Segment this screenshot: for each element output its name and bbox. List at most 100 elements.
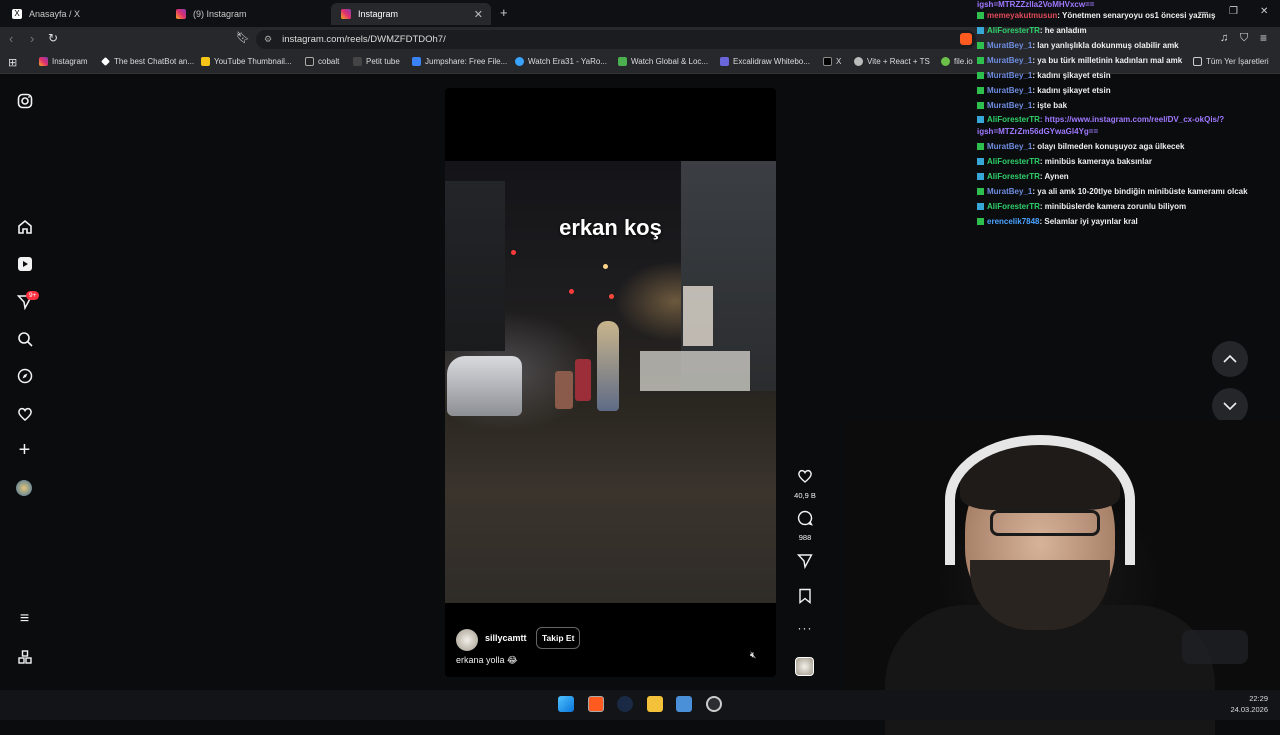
address-bar[interactable]: ⚙ instagram.com/reels/DWMZFDTDOh7/ bbox=[256, 30, 976, 49]
home-icon[interactable] bbox=[16, 218, 33, 235]
threads-apps-icon[interactable] bbox=[16, 648, 33, 665]
instagram-icon bbox=[39, 57, 48, 66]
notification-badge: 9+ bbox=[26, 291, 40, 300]
restore-icon[interactable]: ❐ bbox=[1229, 6, 1238, 17]
chat-text: : kadını şikayet etsin bbox=[1032, 86, 1111, 95]
reels-icon[interactable] bbox=[16, 255, 33, 272]
save-button[interactable] bbox=[794, 588, 816, 609]
share-button[interactable] bbox=[794, 553, 816, 574]
tab-x[interactable]: X Anasayfa / X bbox=[2, 3, 164, 25]
globe-icon bbox=[854, 57, 863, 66]
reload-icon[interactable]: ↻ bbox=[48, 31, 58, 45]
create-icon[interactable]: + bbox=[16, 439, 33, 461]
photos-icon[interactable] bbox=[676, 696, 692, 712]
tab-label: (9) Instagram bbox=[193, 9, 247, 19]
chat-text: : lan yanlışlıkla dokunmuş olabilir amk bbox=[1032, 41, 1179, 50]
instagram-icon bbox=[341, 9, 351, 19]
close-tab-icon[interactable]: ✕ bbox=[474, 8, 483, 21]
bookmark-item[interactable]: Vite + React + TS bbox=[854, 57, 930, 66]
new-tab-icon[interactable]: + bbox=[500, 5, 508, 20]
chatbot-icon bbox=[101, 57, 110, 66]
chat-message: memeyakutmusun: Yönetmen senaryoyu os1 ö… bbox=[977, 11, 1215, 20]
brave-browser-icon[interactable] bbox=[588, 696, 604, 712]
chevron-up-icon bbox=[1223, 354, 1237, 363]
chat-message: MuratBey_1: olayı bilmeden konuşuyoz aga… bbox=[977, 142, 1184, 151]
like-button[interactable]: 40,9 B bbox=[794, 468, 816, 500]
bookmark-item[interactable]: file.io bbox=[941, 57, 973, 66]
bookmark-item[interactable]: Watch Global & Loc... bbox=[618, 57, 708, 66]
search-icon[interactable] bbox=[16, 330, 33, 347]
reel-video[interactable]: erkan koş bbox=[445, 161, 776, 603]
mute-icon[interactable]: 🔇︎ bbox=[750, 650, 756, 661]
bookmark-item[interactable]: The best ChatBot an... bbox=[101, 57, 194, 66]
chat-badge-icon bbox=[977, 173, 984, 180]
globe-icon bbox=[515, 57, 524, 66]
author-username[interactable]: sillycamtt bbox=[485, 633, 527, 643]
comment-button[interactable]: 988 bbox=[794, 510, 816, 542]
bookmark-item[interactable]: YouTube Thumbnail... bbox=[201, 57, 292, 66]
follow-button[interactable]: Takip Et bbox=[536, 627, 581, 649]
chat-username: MuratBey_1 bbox=[987, 142, 1033, 151]
tab-label: Instagram bbox=[358, 9, 399, 19]
wallet-icon[interactable]: ⛉ bbox=[1240, 32, 1248, 45]
heart-icon bbox=[798, 469, 812, 483]
chat-message: AliForesterTR: minibüs kameraya baksınla… bbox=[977, 157, 1152, 166]
brave-shield-icon[interactable] bbox=[960, 33, 972, 45]
steam-icon[interactable] bbox=[617, 696, 633, 712]
previous-reel-button[interactable] bbox=[1212, 341, 1248, 377]
obs-icon[interactable] bbox=[706, 696, 722, 712]
tab-instagram-1[interactable]: (9) Instagram bbox=[166, 3, 328, 25]
instagram-logo-icon[interactable] bbox=[16, 92, 33, 109]
profile-avatar[interactable] bbox=[16, 480, 32, 496]
audio-thumbnail[interactable] bbox=[795, 657, 814, 676]
chat-text: : minibüs kameraya baksınlar bbox=[1039, 157, 1152, 166]
chat-text: : Aynen bbox=[1039, 172, 1069, 181]
reel-player[interactable]: erkan koş sillycamtt Takip Et erkana yol… bbox=[445, 88, 776, 677]
chat-badge-icon bbox=[977, 27, 984, 34]
chat-message: AliForesterTR: minibüslerde kamera zorun… bbox=[977, 202, 1186, 211]
chat-badge-icon bbox=[977, 12, 984, 19]
chat-message: MuratBey_1: ya bu türk milletinin kadınl… bbox=[977, 56, 1182, 65]
all-bookmarks[interactable]: Tüm Yer İşaretleri bbox=[1193, 57, 1269, 66]
bookmark-item[interactable]: Instagram bbox=[39, 57, 88, 66]
chat-message: erencelik7848: Selamlar iyi yayınlar kra… bbox=[977, 217, 1138, 226]
chat-badge-icon bbox=[977, 143, 984, 150]
chat-message: MuratBey_1: ya ali amk 10-20tlye bindiği… bbox=[977, 187, 1248, 196]
chat-message: AliForesterTR: https://www.instagram.com… bbox=[977, 115, 1224, 124]
more-menu-icon[interactable]: ≡ bbox=[16, 610, 33, 627]
chat-username: AliForesterTR bbox=[987, 115, 1040, 124]
tab-instagram-active[interactable]: Instagram ✕ bbox=[331, 3, 491, 25]
bookmark-item[interactable]: cobalt bbox=[305, 57, 339, 66]
file-explorer-icon[interactable] bbox=[647, 696, 663, 712]
bookmark-item[interactable]: Petit tube bbox=[353, 57, 400, 66]
bookmark-item[interactable]: X bbox=[823, 57, 841, 66]
site-settings-icon[interactable]: ⚙ bbox=[264, 34, 272, 45]
bookmark-item[interactable]: Excalidraw Whitebo... bbox=[720, 57, 810, 66]
chat-text: : Selamlar iyi yayınlar kral bbox=[1039, 217, 1138, 226]
bookmark-item[interactable]: Watch Era31 - YaRo... bbox=[515, 57, 607, 66]
author-avatar[interactable] bbox=[456, 629, 478, 651]
reel-overlay-text: erkan koş bbox=[559, 215, 662, 240]
more-options-icon[interactable]: ··· bbox=[794, 621, 816, 635]
apps-grid-icon[interactable]: ⊞ bbox=[8, 56, 17, 69]
back-icon[interactable]: ‹ bbox=[9, 31, 13, 46]
comment-icon bbox=[797, 510, 813, 526]
media-icon[interactable]: ♫ bbox=[1220, 32, 1228, 44]
chat-username: MuratBey_1 bbox=[987, 41, 1033, 50]
close-window-icon[interactable]: ✕ bbox=[1260, 6, 1268, 17]
chat-username: MuratBey_1 bbox=[987, 71, 1033, 80]
explore-icon[interactable] bbox=[16, 367, 33, 384]
heart-icon[interactable] bbox=[16, 405, 33, 422]
windows-start-icon[interactable] bbox=[558, 696, 574, 712]
forward-icon[interactable]: › bbox=[30, 31, 34, 46]
chat-badge-icon bbox=[977, 188, 984, 195]
system-clock[interactable]: 22:29 24.03.2026 bbox=[1222, 693, 1268, 715]
bookmark-page-icon[interactable]: 🔖︎ bbox=[236, 31, 250, 44]
next-reel-button[interactable] bbox=[1212, 388, 1248, 424]
tab-label: Anasayfa / X bbox=[29, 9, 81, 19]
bookmark-item[interactable]: Jumpshare: Free File... bbox=[412, 57, 507, 66]
watch-icon bbox=[618, 57, 627, 66]
file-io-icon bbox=[941, 57, 950, 66]
chat-username: AliForesterTR bbox=[987, 157, 1040, 166]
menu-icon[interactable]: ≡ bbox=[1260, 31, 1267, 45]
